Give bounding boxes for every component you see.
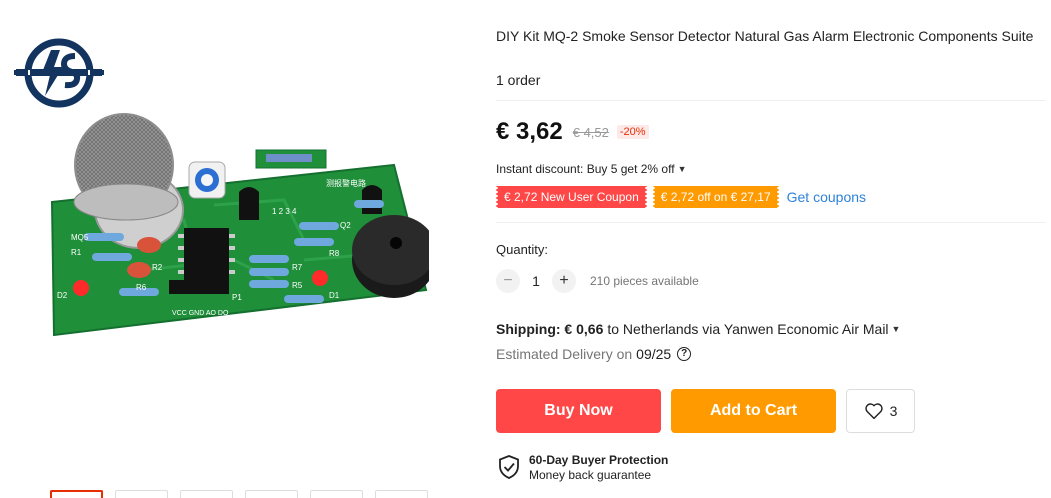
quantity-stepper: − 1 + 210 pieces available [496,269,699,293]
quantity-decrease-button[interactable]: − [496,269,520,293]
product-image[interactable]: 测报警电路 MQ5 R1 D2 R2 R6 1 2 3 4 Q2 R8 R7 R… [44,110,429,345]
store-coupon[interactable]: € 2,72 off on € 27,17 [651,186,780,208]
thumbnail-4[interactable] [245,490,298,498]
board-label-r1: R1 [71,248,82,257]
board-label-b1: B1 [377,316,387,325]
coupon-row: € 2,72 New User Coupon € 2,72 off on € 2… [495,186,866,208]
delivery-date: 09/25 [636,346,672,362]
original-price: € 4,52 [572,124,609,140]
product-gallery: 测报警电路 MQ5 R1 D2 R2 R6 1 2 3 4 Q2 R8 R7 R… [0,0,470,498]
action-buttons: Buy Now Add to Cart 3 [496,389,915,433]
quantity-label: Quantity: [496,242,549,257]
chevron-down-icon: ▼ [891,324,901,334]
chevron-down-icon: ▼ [677,164,687,174]
thumbnail-strip [50,490,428,498]
current-price: € 3,62 [496,118,563,145]
thumbnail-1[interactable] [50,490,103,498]
help-icon[interactable]: ? [677,347,692,361]
pieces-available: 210 pieces available [590,274,699,288]
board-label-pins: 1 2 3 4 [272,207,297,216]
board-label-p1: P1 [232,293,242,302]
thumbnail-5[interactable] [310,490,363,498]
thumbnail-2[interactable] [115,490,168,498]
delivery-label: Estimated Delivery on [496,346,633,362]
thumbnail-6[interactable] [375,490,428,498]
brand-logo [14,38,104,108]
board-label-d2: D2 [57,291,68,300]
wishlist-button[interactable]: 3 [846,389,915,433]
quantity-input[interactable]: 1 [520,273,552,289]
buy-now-button[interactable]: Buy Now [496,389,661,433]
board-label-chinese: 测报警电路 [326,178,366,188]
board-label-r7: R7 [292,263,303,272]
board-label-r2: R2 [152,263,163,272]
get-coupons-link[interactable]: Get coupons [787,189,866,205]
product-title: DIY Kit MQ-2 Smoke Sensor Detector Natur… [496,28,1034,44]
new-user-coupon[interactable]: € 2,72 New User Coupon [495,186,648,208]
board-label-header: VCC GND AO DO [172,310,229,317]
divider [496,222,1046,223]
protection-subtitle: Money back guarantee [529,468,652,482]
add-to-cart-button[interactable]: Add to Cart [671,389,836,433]
price-row: € 3,62 € 4,52 -20% [496,118,649,146]
board-label-r5: R5 [292,281,303,290]
heart-icon [864,403,883,420]
wishlist-count: 3 [889,403,898,419]
estimated-delivery: Estimated Delivery on 09/25 ? [496,346,692,362]
instant-discount-label: Instant discount: Buy 5 get 2% off [496,162,675,176]
discount-badge: -20% [616,125,649,139]
board-label-mq5: MQ5 [71,233,89,242]
shipping-info[interactable]: Shipping: € 0,66 to Netherlands via Yanw… [496,321,900,337]
shipping-label: Shipping: € 0,66 [496,321,604,337]
quantity-increase-button[interactable]: + [552,269,576,293]
board-label-q2: Q2 [340,221,351,230]
thumbnail-3[interactable] [180,490,233,498]
order-count: 1 order [496,72,541,88]
buyer-protection: 60-Day Buyer Protection Money back guara… [498,453,668,483]
protection-title: 60-Day Buyer Protection [529,453,669,467]
divider [496,100,1046,101]
instant-discount[interactable]: Instant discount: Buy 5 get 2% off ▼ [496,162,686,176]
board-label-r8: R8 [329,249,340,258]
shipping-method: to Netherlands via Yanwen Economic Air M… [607,321,889,337]
board-label-r6: R6 [136,283,147,292]
board-label-d1: D1 [329,291,340,300]
shield-check-icon [499,455,519,479]
